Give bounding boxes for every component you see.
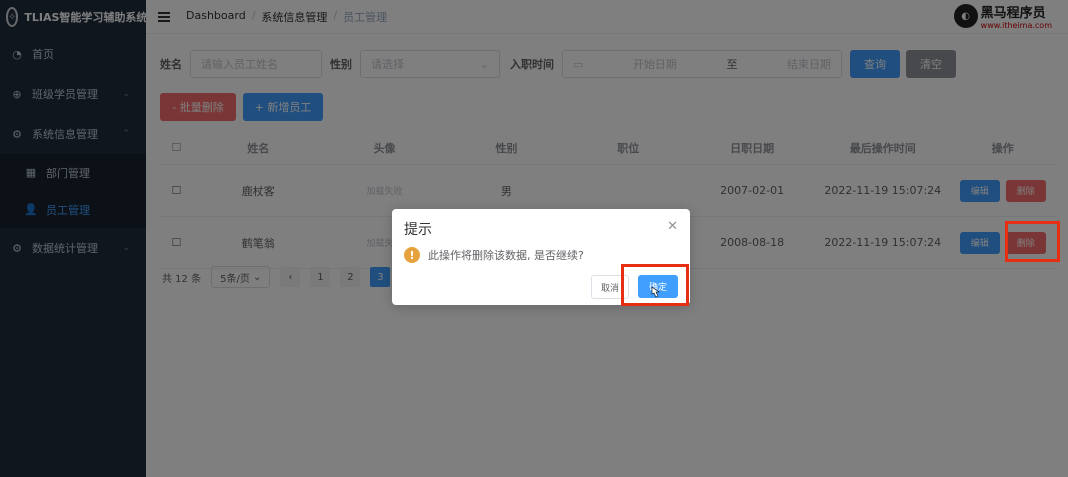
highlight-delete-button <box>1005 221 1060 262</box>
warning-icon: ! <box>404 247 420 263</box>
dialog-message-text: 此操作将删除该数据, 是否继续? <box>428 249 584 262</box>
close-icon[interactable]: ✕ <box>667 219 678 234</box>
pointer-cursor-icon <box>651 286 660 298</box>
dialog-message: ! 此操作将删除该数据, 是否继续? <box>404 247 584 263</box>
dialog-title: 提示 <box>404 222 432 238</box>
highlight-confirm-button <box>621 264 689 306</box>
